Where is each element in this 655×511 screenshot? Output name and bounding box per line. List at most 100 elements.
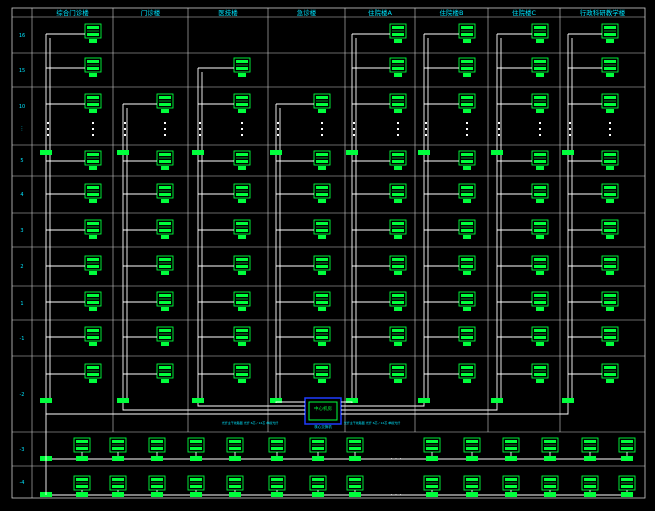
switch-port <box>463 235 471 239</box>
switch-box-bar <box>236 186 248 189</box>
column-header-c6: 住院楼B <box>440 8 464 17</box>
switch-box-bar <box>87 336 99 339</box>
switch-port <box>606 342 614 346</box>
floor-switch <box>84 291 102 307</box>
floor-switch <box>233 150 251 166</box>
switch-box-bar <box>271 440 283 443</box>
floor-switch <box>313 219 331 235</box>
switch-box-bar <box>461 96 473 99</box>
ellipsis-dot <box>609 134 611 136</box>
basement-port <box>621 456 633 461</box>
switch-box-bar <box>271 447 283 450</box>
basement-port <box>271 456 283 461</box>
switch-port <box>318 379 326 383</box>
switch-box-bar <box>505 447 517 450</box>
switch-port <box>394 109 402 113</box>
switch-box-bar <box>236 366 248 369</box>
floor-switch <box>531 326 549 342</box>
floor-switch <box>458 23 476 39</box>
switch-box-bar <box>392 229 404 232</box>
basement-switch <box>618 437 636 453</box>
floor-switch <box>84 363 102 379</box>
switch-port <box>536 379 544 383</box>
switch-box-bar <box>87 258 99 261</box>
switch-box-bar <box>151 447 163 450</box>
switch-port <box>238 342 246 346</box>
riser-tag <box>562 398 574 403</box>
switch-box-bar <box>316 222 328 225</box>
ellipsis-dot <box>466 134 468 136</box>
switch-box-bar <box>604 33 616 36</box>
basement-port <box>426 456 438 461</box>
basement-switch <box>73 475 91 491</box>
switch-box-bar <box>112 447 124 450</box>
floor-switch <box>601 219 619 235</box>
switch-port <box>238 235 246 239</box>
switch-box-bar <box>87 160 99 163</box>
basement-port <box>544 492 556 497</box>
ellipsis-dot <box>539 128 541 130</box>
switch-port <box>606 199 614 203</box>
switch-box-bar <box>87 366 99 369</box>
floor-label: -4 <box>20 480 25 486</box>
switch-port <box>394 342 402 346</box>
switch-box-bar <box>604 301 616 304</box>
switch-box-bar <box>461 329 473 332</box>
basement-port <box>505 492 517 497</box>
switch-box-bar <box>87 265 99 268</box>
switch-port <box>463 39 471 43</box>
floor-switch <box>156 326 174 342</box>
switch-box-bar <box>316 96 328 99</box>
switch-port <box>161 199 169 203</box>
switch-box-bar <box>87 103 99 106</box>
switch-port <box>89 342 97 346</box>
switch-box-bar <box>392 336 404 339</box>
switch-port <box>394 199 402 203</box>
floor-switch <box>84 57 102 73</box>
floor-switch <box>233 183 251 199</box>
column-header-c2: 门诊楼 <box>141 8 161 17</box>
floor-switch <box>531 363 549 379</box>
switch-box-bar <box>461 373 473 376</box>
switch-port <box>536 73 544 77</box>
floor-label: -3 <box>20 447 25 453</box>
switch-box-bar <box>392 301 404 304</box>
basement-port <box>76 456 88 461</box>
floor-switch <box>233 93 251 109</box>
switch-box-bar <box>236 294 248 297</box>
ellipsis-dot <box>609 128 611 130</box>
basement-switch <box>187 437 205 453</box>
switch-port <box>161 342 169 346</box>
ellipsis-dot <box>425 128 427 130</box>
basement-port <box>426 492 438 497</box>
floor-label: 5 <box>20 158 23 164</box>
backbone-line <box>197 403 305 407</box>
switch-box-bar <box>534 294 546 297</box>
basement-switch <box>502 475 520 491</box>
switch-box-bar <box>271 485 283 488</box>
switch-port <box>463 307 471 311</box>
floor-switch <box>601 326 619 342</box>
riser-tag <box>491 398 503 403</box>
switch-box-bar <box>604 258 616 261</box>
switch-box-bar <box>87 301 99 304</box>
ellipsis-dot <box>466 122 468 124</box>
switch-box-bar <box>87 60 99 63</box>
switch-box-bar <box>505 440 517 443</box>
floor-label: ⋮ <box>20 126 25 132</box>
switch-box-bar <box>87 229 99 232</box>
basement-switch <box>268 437 286 453</box>
switch-port <box>606 109 614 113</box>
ellipsis-dot <box>124 122 126 124</box>
floor-switch <box>531 255 549 271</box>
switch-box-bar <box>316 153 328 156</box>
backbone-line <box>45 403 305 415</box>
floor-switch <box>84 93 102 109</box>
ellipsis-dot <box>569 134 571 136</box>
switch-box-bar <box>461 26 473 29</box>
floor-label: 15 <box>19 68 25 74</box>
riser-tag <box>270 150 282 155</box>
floor-label: 1 <box>20 301 23 307</box>
switch-box-bar <box>466 485 478 488</box>
switch-port <box>89 307 97 311</box>
